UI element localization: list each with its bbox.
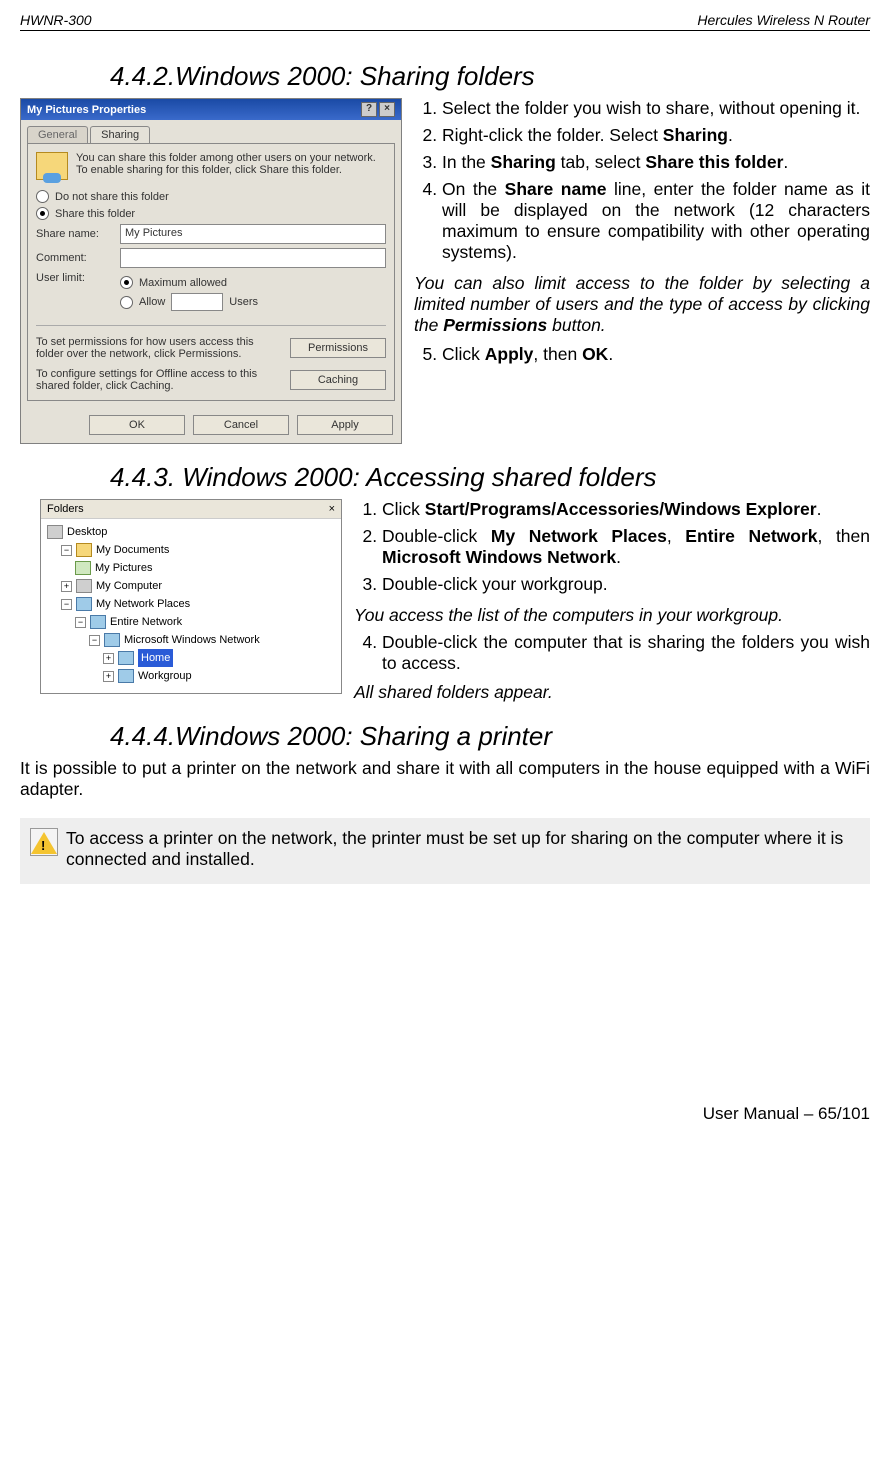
apply-button[interactable]: Apply [297, 415, 393, 435]
users-suffix: Users [229, 296, 258, 308]
folder-icon [76, 543, 92, 557]
globe-icon [90, 615, 106, 629]
radio-max-allowed-label: Maximum allowed [139, 277, 227, 289]
label-user-limit: User limit: [36, 272, 114, 284]
properties-dialog: My Pictures Properties ? × General Shari… [20, 98, 402, 444]
ok-button[interactable]: OK [89, 415, 185, 435]
step-443-2: Double-click My Network Places, Entire N… [382, 526, 870, 568]
step-3: In the Sharing tab, select Share this fo… [442, 152, 870, 173]
step-4: On the Share name line, enter the folder… [442, 179, 870, 263]
shared-folder-icon [36, 152, 68, 180]
folders-pane: Folders × Desktop −My Documents My Pictu… [40, 499, 342, 694]
workgroup-icon [118, 669, 134, 683]
radio-allow-label: Allow [139, 296, 165, 308]
header-left: HWNR-300 [20, 12, 92, 28]
permissions-note: You can also limit access to the folder … [414, 273, 870, 336]
desktop-icon [47, 525, 63, 539]
label-share-name: Share name: [36, 228, 114, 240]
tab-sharing[interactable]: Sharing [90, 126, 150, 143]
tree-my-pictures[interactable]: My Pictures [75, 559, 335, 577]
note-workgroup-list: You access the list of the computers in … [354, 605, 870, 626]
tree-home[interactable]: +Home [103, 649, 335, 667]
input-allow-count[interactable] [171, 293, 223, 311]
radio-do-not-share-label: Do not share this folder [55, 191, 169, 203]
pictures-icon [75, 561, 91, 575]
tree-network-places[interactable]: −My Network Places [61, 595, 335, 613]
radio-share-folder[interactable] [36, 207, 49, 220]
input-comment[interactable] [120, 248, 386, 268]
note-folders-appear: All shared folders appear. [354, 682, 870, 703]
workgroup-icon [118, 651, 134, 665]
radio-allow[interactable] [120, 296, 133, 309]
step-443-3: Double-click your workgroup. [382, 574, 870, 595]
label-comment: Comment: [36, 252, 114, 264]
caching-button[interactable]: Caching [290, 370, 386, 390]
page-footer: User Manual – 65/101 [20, 1104, 870, 1124]
step-2: Right-click the folder. Select Sharing. [442, 125, 870, 146]
permissions-description: To set permissions for how users access … [36, 336, 282, 360]
tree-my-documents[interactable]: −My Documents [61, 541, 335, 559]
dialog-description: You can share this folder among other us… [76, 152, 386, 180]
folders-pane-close[interactable]: × [329, 503, 335, 515]
tree-my-computer[interactable]: +My Computer [61, 577, 335, 595]
dialog-title: My Pictures Properties [27, 104, 146, 116]
input-share-name[interactable]: My Pictures [120, 224, 386, 244]
tree-ms-network[interactable]: −Microsoft Windows Network [89, 631, 335, 649]
radio-share-folder-label: Share this folder [55, 208, 135, 220]
warning-box: To access a printer on the network, the … [20, 818, 870, 884]
permissions-button[interactable]: Permissions [290, 338, 386, 358]
step-5: Click Apply, then OK. [442, 344, 870, 365]
cancel-button[interactable]: Cancel [193, 415, 289, 435]
step-443-4: Double-click the computer that is sharin… [382, 632, 870, 674]
section-444-title: 4.4.4.Windows 2000: Sharing a printer [110, 721, 870, 752]
step-443-1: Click Start/Programs/Accessories/Windows… [382, 499, 870, 520]
section-444-para: It is possible to put a printer on the n… [20, 758, 870, 800]
close-button[interactable]: × [379, 102, 395, 117]
tree-entire-network[interactable]: −Entire Network [75, 613, 335, 631]
section-443-title: 4.4.3. Windows 2000: Accessing shared fo… [110, 462, 870, 493]
tab-general[interactable]: General [27, 126, 88, 143]
tree-desktop[interactable]: Desktop [47, 523, 335, 541]
network-icon [104, 633, 120, 647]
caching-description: To configure settings for Offline access… [36, 368, 282, 392]
section-442-title: 4.4.2.Windows 2000: Sharing folders [110, 61, 870, 92]
radio-max-allowed[interactable] [120, 276, 133, 289]
header-right: Hercules Wireless N Router [697, 12, 870, 28]
warning-text: To access a printer on the network, the … [66, 828, 860, 870]
computer-icon [76, 579, 92, 593]
help-button[interactable]: ? [361, 102, 377, 117]
radio-do-not-share[interactable] [36, 190, 49, 203]
warning-icon [31, 832, 57, 854]
step-1: Select the folder you wish to share, wit… [442, 98, 870, 119]
tree-workgroup[interactable]: +Workgroup [103, 667, 335, 685]
network-places-icon [76, 597, 92, 611]
folders-pane-title: Folders [47, 503, 84, 515]
